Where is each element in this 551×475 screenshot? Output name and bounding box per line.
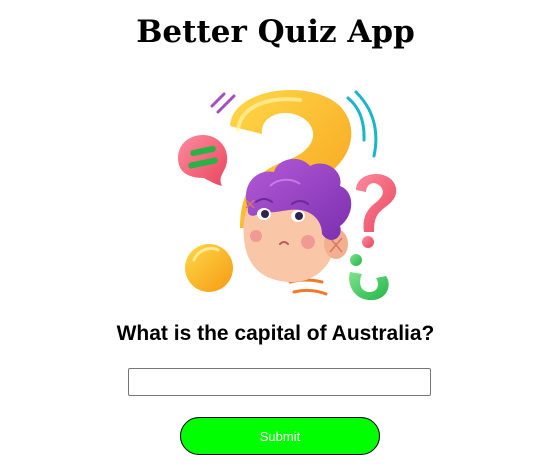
answer-input[interactable]	[128, 368, 431, 396]
question-text: What is the capital of Australia?	[116, 322, 435, 345]
confused-person-illustration	[178, 89, 397, 301]
submit-button[interactable]: Submit	[180, 417, 380, 455]
app-title: Better Quiz App	[136, 14, 415, 50]
quiz-page: Better Quiz App What is the capital of A…	[0, 0, 551, 475]
